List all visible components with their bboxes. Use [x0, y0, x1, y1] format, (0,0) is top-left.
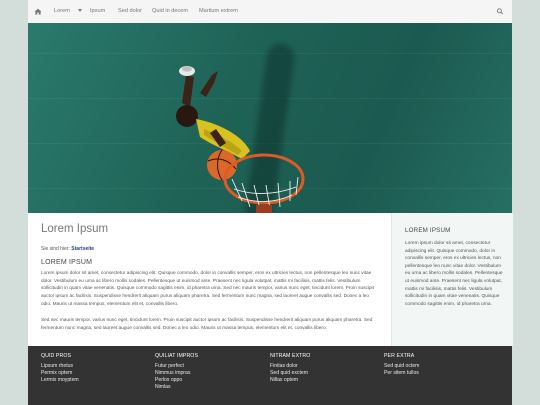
footer-column: QUID PROS Lipsum rhetus Permix optem Ler… — [41, 353, 79, 384]
hero-image — [28, 23, 512, 213]
search-icon[interactable] — [496, 0, 504, 23]
footer-column: NITRAM EXTRO Finitas dolor Sed quid exct… — [270, 353, 310, 384]
top-navbar: Lorem Ipsum Sed dolor Quid in decem Mart… — [28, 0, 512, 24]
sidebar-text: Lorem ipsum dolor sit amet, consectetur … — [405, 241, 503, 307]
footer-link[interactable]: Futur perfect — [155, 363, 198, 370]
main-section: Lorem Ipsum Sie sind hier: Startseite LO… — [28, 213, 513, 346]
basketball-player-illustration — [176, 66, 305, 213]
breadcrumb-label: Sie sind hier: — [41, 246, 70, 252]
body-paragraph: Sed nec mauris tempor, varius nunc eget,… — [41, 318, 373, 331]
footer-heading: PER EXTRA — [384, 353, 415, 359]
section-heading: LOREM IPSUM — [41, 259, 93, 266]
chevron-down-icon — [77, 9, 82, 13]
footer-link[interactable]: Lermix moyptem — [41, 377, 79, 384]
footer: QUID PROS Lipsum rhetus Permix optem Ler… — [28, 346, 512, 405]
site-container: Lorem Ipsum Sed dolor Quid in decem Mart… — [28, 0, 513, 405]
page-title: Lorem Ipsum — [41, 223, 109, 235]
nav-item-lorem-label: Lorem — [54, 8, 70, 14]
nav-item-ipsum[interactable]: Ipsum — [90, 0, 105, 23]
footer-heading: QUID PROS — [41, 353, 72, 359]
footer-link[interactable]: Sed quid exctem — [270, 370, 310, 377]
footer-link[interactable]: Nimlas — [155, 384, 198, 391]
nav-item-martium-extrem[interactable]: Martium extrem — [199, 0, 238, 23]
footer-column: QUILIAT IMPROS Futur perfect Nimmus impr… — [155, 353, 198, 391]
footer-link[interactable]: Nillas optem — [270, 377, 310, 384]
sidebar-heading: LOREM IPSUM — [405, 227, 451, 234]
nav-item-quid-in-decem[interactable]: Quid in decem — [152, 0, 188, 23]
footer-link[interactable]: Lipsum rhetus — [41, 363, 79, 370]
page: Lorem Ipsum Sed dolor Quid in decem Mart… — [0, 0, 540, 405]
footer-column: PER EXTRA Sed quid octem Per sitem tullo… — [384, 353, 419, 377]
footer-link[interactable]: Perlox oppo — [155, 377, 198, 384]
nav-item-sed-dolor[interactable]: Sed dolor — [118, 0, 142, 23]
footer-heading: QUILIAT IMPROS — [155, 353, 199, 359]
footer-link[interactable]: Sed quid octem — [384, 363, 419, 370]
footer-heading: NITRAM EXTRO — [270, 353, 311, 359]
footer-link[interactable]: Finitas dolor — [270, 363, 310, 370]
nav-item-lorem[interactable]: Lorem — [54, 0, 82, 23]
breadcrumb: Sie sind hier: Startseite — [41, 246, 94, 252]
breadcrumb-home-link[interactable]: Startseite — [71, 246, 94, 252]
footer-link[interactable]: Permix optem — [41, 370, 79, 377]
body-paragraph: Lorem ipsum dolor sit amet, consectetur … — [41, 271, 374, 307]
footer-link[interactable]: Per sitem tullos — [384, 370, 419, 377]
home-icon[interactable] — [34, 0, 44, 23]
sidebar-box: LOREM IPSUM Lorem ipsum dolor sit amet, … — [391, 213, 513, 346]
footer-link[interactable]: Nimmus impras — [155, 370, 198, 377]
